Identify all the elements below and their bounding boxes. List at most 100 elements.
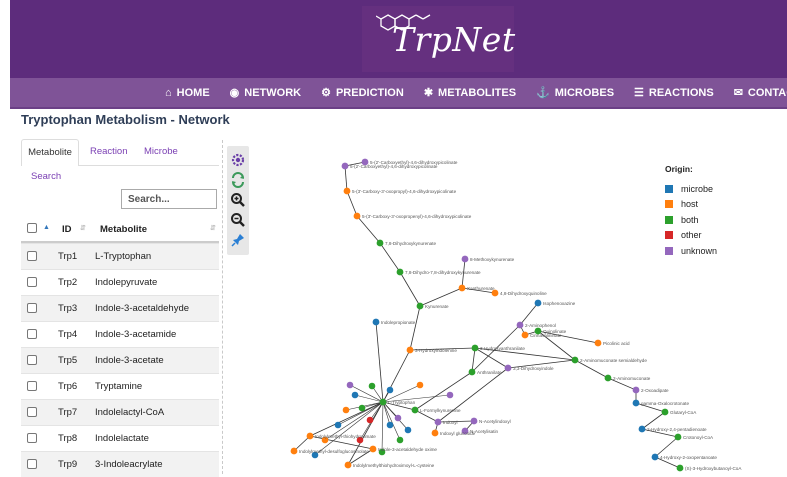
row-checkbox[interactable]: [27, 355, 37, 365]
nav-item-contact[interactable]: ✉ CONTACT: [734, 86, 787, 100]
table-row[interactable]: Trp9 3-Indoleacrylate: [21, 451, 219, 477]
tab-search[interactable]: Search: [31, 171, 61, 182]
network-node[interactable]: [379, 398, 387, 406]
network-node[interactable]: [358, 404, 366, 412]
row-checkbox[interactable]: [27, 251, 37, 261]
network-node[interactable]: [470, 417, 478, 425]
tab-reaction[interactable]: Reaction: [90, 146, 128, 157]
network-node[interactable]: [416, 381, 424, 389]
tab-metabolite[interactable]: Metabolite: [21, 139, 79, 166]
table-row[interactable]: Trp1 L-Tryptophan: [21, 243, 219, 269]
network-node[interactable]: [366, 416, 374, 424]
network-node[interactable]: [468, 368, 476, 376]
network-node[interactable]: [651, 453, 659, 461]
network-node[interactable]: [434, 418, 442, 426]
search-input[interactable]: Search...: [121, 189, 217, 209]
network-node[interactable]: [471, 344, 479, 352]
column-header-id[interactable]: ID: [62, 224, 72, 235]
network-node[interactable]: [411, 406, 419, 414]
sort-icon[interactable]: ⇵: [210, 224, 216, 232]
row-checkbox[interactable]: [27, 277, 37, 287]
sort-asc-icon[interactable]: ▲: [43, 224, 50, 231]
table-row[interactable]: Trp3 Indole-3-acetaldehyde: [21, 295, 219, 321]
network-node[interactable]: [461, 255, 469, 263]
network-node[interactable]: [341, 162, 349, 170]
table-row[interactable]: Trp8 Indolelactate: [21, 425, 219, 451]
row-checkbox[interactable]: [27, 303, 37, 313]
table-row[interactable]: Trp4 Indole-3-acetamide: [21, 321, 219, 347]
network-node[interactable]: [386, 386, 394, 394]
network-node[interactable]: [504, 364, 512, 372]
table-row[interactable]: Trp7 Indolelactyl-CoA: [21, 399, 219, 425]
nav-item-prediction[interactable]: ⚙ PREDICTION: [321, 86, 404, 100]
table-row[interactable]: Trp5 Indole-3-acetate: [21, 347, 219, 373]
table-row[interactable]: Trp6 Tryptamine: [21, 373, 219, 399]
zoom-in-icon[interactable]: [230, 192, 246, 208]
network-node[interactable]: [376, 239, 384, 247]
network-node[interactable]: [521, 331, 529, 339]
network-node[interactable]: [290, 447, 298, 455]
network-node[interactable]: [353, 212, 361, 220]
network-node[interactable]: [306, 432, 314, 440]
row-checkbox[interactable]: [27, 459, 37, 469]
legend-title: Origin:: [665, 164, 693, 174]
table-row[interactable]: Trp2 Indolepyruvate: [21, 269, 219, 295]
network-node[interactable]: [446, 391, 454, 399]
nav-item-network[interactable]: ◉ NETWORK: [230, 86, 302, 100]
network-node[interactable]: [534, 327, 542, 335]
network-node[interactable]: [632, 399, 640, 407]
network-node[interactable]: [342, 406, 350, 414]
network-node[interactable]: [343, 187, 351, 195]
network-node[interactable]: [661, 408, 669, 416]
row-checkbox[interactable]: [27, 407, 37, 417]
network-node[interactable]: [594, 339, 602, 347]
network-node[interactable]: [396, 436, 404, 444]
network-node[interactable]: [368, 382, 376, 390]
row-checkbox[interactable]: [27, 381, 37, 391]
network-node[interactable]: [396, 268, 404, 276]
logo-text: TrpNet: [392, 20, 516, 59]
network-node[interactable]: [369, 445, 377, 453]
row-id: Trp5: [58, 355, 78, 366]
zoom-out-icon[interactable]: [230, 212, 246, 228]
column-header-metabolite[interactable]: Metabolite: [100, 224, 147, 235]
network-node[interactable]: [344, 461, 352, 469]
select-all-checkbox[interactable]: [27, 223, 37, 233]
sort-icon[interactable]: ⇵: [80, 224, 86, 232]
logo[interactable]: TrpNet: [362, 6, 516, 72]
network-node[interactable]: [516, 321, 524, 329]
network-node[interactable]: [458, 284, 466, 292]
network-node[interactable]: [372, 318, 380, 326]
network-node[interactable]: [394, 414, 402, 422]
network-node[interactable]: [491, 289, 499, 297]
network-node[interactable]: [346, 381, 354, 389]
nav-item-home[interactable]: ⌂ HOME: [165, 87, 210, 99]
network-node[interactable]: [534, 299, 542, 307]
network-node[interactable]: [604, 374, 612, 382]
network-node[interactable]: [351, 391, 359, 399]
network-node[interactable]: [638, 425, 646, 433]
network-node[interactable]: [632, 386, 640, 394]
network-node[interactable]: [571, 356, 579, 364]
settings-gear-icon[interactable]: [230, 152, 246, 168]
nav-item-microbes[interactable]: ⚓ MICROBES: [536, 86, 614, 100]
network-node[interactable]: [404, 426, 412, 434]
row-checkbox[interactable]: [27, 433, 37, 443]
network-node[interactable]: [416, 302, 424, 310]
network-node[interactable]: [386, 421, 394, 429]
nav-label: NETWORK: [244, 86, 302, 99]
network-node[interactable]: [676, 464, 684, 472]
network-node[interactable]: [674, 433, 682, 441]
nav-item-metabolites[interactable]: ✱ METABOLITES: [424, 86, 516, 100]
row-checkbox[interactable]: [27, 329, 37, 339]
tab-microbe[interactable]: Microbe: [144, 146, 178, 157]
nav-item-reactions[interactable]: ☰ REACTIONS: [634, 86, 714, 100]
network-node[interactable]: [406, 346, 414, 354]
network-node-label: Glutaryl-CoA: [670, 410, 697, 415]
refresh-icon[interactable]: [230, 172, 246, 188]
network-node[interactable]: [334, 421, 342, 429]
network-node[interactable]: [431, 429, 439, 437]
row-id: Trp3: [58, 303, 78, 314]
nav-label: REACTIONS: [648, 86, 714, 99]
pin-icon[interactable]: [230, 232, 246, 248]
